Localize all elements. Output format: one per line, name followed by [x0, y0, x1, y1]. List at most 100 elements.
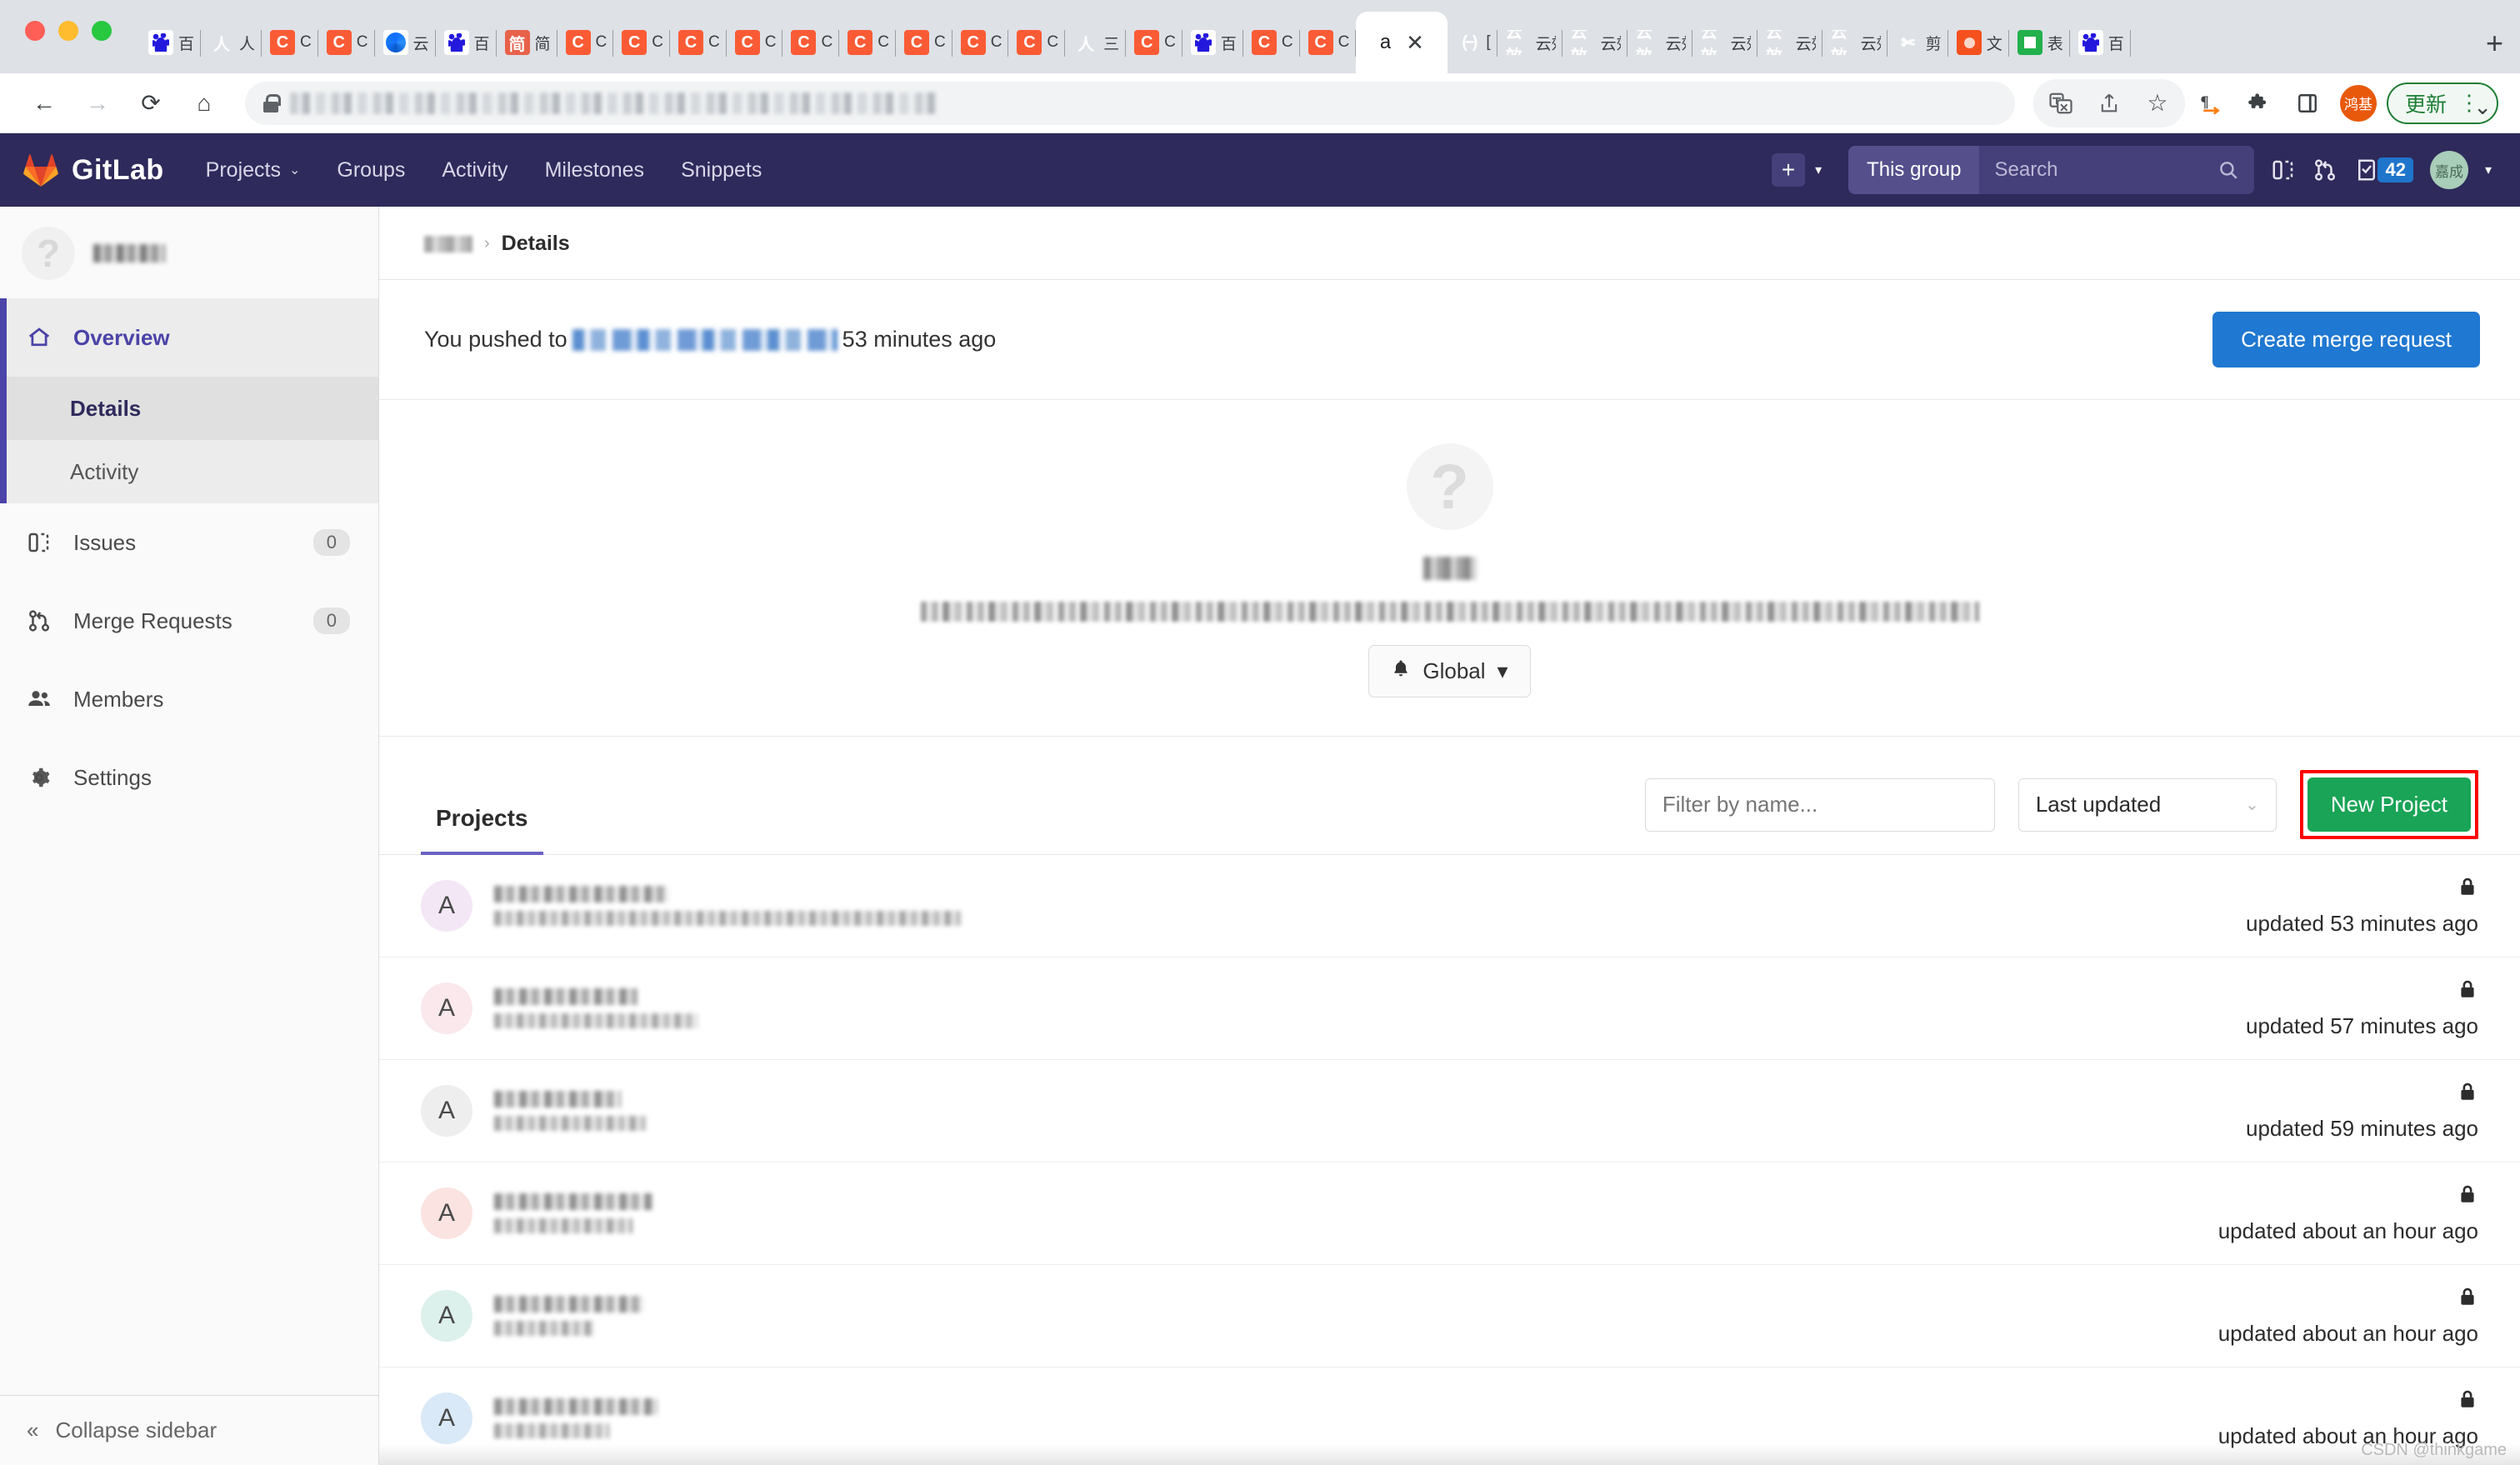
- tab-projects[interactable]: Projects: [421, 805, 543, 855]
- create-new-dropdown[interactable]: + ▾: [1772, 153, 1822, 187]
- browser-tab[interactable]: 简简: [497, 12, 558, 73]
- browser-tab[interactable]: CC: [727, 12, 783, 73]
- search-scope-label[interactable]: This group: [1848, 146, 1980, 194]
- browser-tab[interactable]: 人三: [1065, 12, 1127, 73]
- close-window-button[interactable]: [25, 21, 45, 41]
- browser-tab[interactable]: 百: [140, 12, 202, 73]
- maximize-window-button[interactable]: [92, 21, 112, 41]
- sort-select[interactable]: Last updated ⌄: [2018, 778, 2277, 832]
- browser-tab[interactable]: 文: [1948, 12, 2009, 73]
- browser-tab[interactable]: CC: [1008, 12, 1066, 73]
- nav-link-milestones[interactable]: Milestones: [545, 158, 645, 182]
- search-placeholder: Search: [1994, 158, 2058, 181]
- back-button[interactable]: ←: [22, 81, 67, 126]
- browser-tab[interactable]: CC: [670, 12, 727, 73]
- browser-tab[interactable]: CC: [896, 12, 952, 73]
- sidebar-item-settings[interactable]: Settings: [0, 738, 378, 817]
- browser-tab[interactable]: 云效云效: [1562, 12, 1628, 73]
- project-list-item[interactable]: Aupdated 57 minutes ago: [379, 958, 2520, 1060]
- create-merge-request-button[interactable]: Create merge request: [2212, 312, 2480, 368]
- browser-tab[interactable]: 云效云效: [1822, 12, 1888, 73]
- project-list-item[interactable]: Aupdated 53 minutes ago: [379, 855, 2520, 958]
- browser-tab[interactable]: CC: [262, 12, 318, 73]
- browser-tab[interactable]: 人人: [201, 12, 262, 73]
- project-meta: updated about an hour ago: [2218, 1388, 2478, 1449]
- project-name[interactable]: [494, 1091, 621, 1108]
- filter-by-name-input[interactable]: [1644, 778, 1995, 832]
- push-event-text: You pushed to 53 minutes ago: [424, 327, 996, 352]
- push-event-branch[interactable]: [572, 328, 838, 351]
- sidebar-item-overview[interactable]: Overview: [0, 298, 378, 377]
- gitlab-logo-link[interactable]: GitLab: [23, 153, 164, 187]
- share-icon[interactable]: [2087, 81, 2132, 126]
- bookmark-star-icon[interactable]: ☆: [2135, 81, 2180, 126]
- project-list-item[interactable]: Aupdated about an hour ago: [379, 1162, 2520, 1265]
- reload-button[interactable]: ⟳: [128, 81, 173, 126]
- home-button[interactable]: ⌂: [182, 81, 227, 126]
- browser-tab[interactable]: 云效云效: [1758, 12, 1822, 73]
- browser-tab[interactable]: ✄ 剪: [1888, 12, 1948, 73]
- browser-tab[interactable]: CC: [558, 12, 614, 73]
- project-name[interactable]: [494, 886, 669, 902]
- minimize-window-button[interactable]: [58, 21, 78, 41]
- project-name[interactable]: [494, 1296, 644, 1312]
- sidebar-item-merge-requests[interactable]: Merge Requests 0: [0, 582, 378, 660]
- browser-tab[interactable]: 云效云效: [1498, 12, 1562, 73]
- browser-tab[interactable]: CC: [1126, 12, 1182, 73]
- search-input[interactable]: Search: [1979, 158, 2254, 182]
- window-controls[interactable]: [25, 0, 140, 73]
- project-name[interactable]: [494, 1193, 652, 1210]
- user-menu-chevron-down-icon[interactable]: ▾: [2485, 162, 2492, 178]
- browser-tab[interactable]: 云效云效: [1692, 12, 1758, 73]
- browser-tab[interactable]: CC: [1243, 12, 1300, 73]
- translate-icon[interactable]: [2038, 81, 2083, 126]
- browser-tab[interactable]: (−) [: [1448, 12, 1498, 73]
- browser-tab[interactable]: CC: [782, 12, 840, 73]
- extensions-puzzle-icon[interactable]: [2237, 81, 2282, 126]
- sidebar-item-issues[interactable]: Issues 0: [0, 503, 378, 582]
- nav-link-projects[interactable]: Projects ⌄: [206, 158, 301, 182]
- browser-tab[interactable]: 百: [2070, 12, 2131, 73]
- breadcrumb-group[interactable]: [424, 235, 472, 252]
- project-name[interactable]: [494, 988, 638, 1005]
- search-bar[interactable]: This group Search: [1848, 146, 2255, 194]
- profile-avatar[interactable]: 鸿基: [2339, 84, 2377, 122]
- new-tab-button[interactable]: +: [2469, 28, 2520, 73]
- browser-tab[interactable]: CC: [952, 12, 1009, 73]
- project-name[interactable]: [494, 1398, 658, 1415]
- browser-tab-active[interactable]: a ✕: [1356, 12, 1448, 73]
- new-project-button[interactable]: New Project: [2307, 778, 2471, 832]
- notification-setting-dropdown[interactable]: Global ▾: [1368, 645, 1531, 698]
- sidebar-item-activity[interactable]: Activity: [0, 440, 378, 503]
- nav-link-groups[interactable]: Groups: [337, 158, 405, 182]
- browser-tab[interactable]: CC: [613, 12, 671, 73]
- tabs-container[interactable]: 百人人 C C C C 云百简简 C C C C C C C C C C C C C C C C C C 人三 C C 百 C C C Ca ✕…: [140, 0, 2469, 73]
- browser-tab[interactable]: CC: [839, 12, 896, 73]
- forward-button[interactable]: →: [75, 81, 120, 126]
- reader-mode-icon[interactable]: ¶: [2188, 81, 2233, 126]
- browser-tab[interactable]: 百: [1182, 12, 1243, 73]
- browser-tab[interactable]: 云效云效: [1628, 12, 1692, 73]
- sidebar-group-header[interactable]: ?: [0, 207, 378, 298]
- close-tab-icon[interactable]: ✕: [1406, 32, 1424, 53]
- tab-list-chevron-icon[interactable]: ⌄: [2473, 94, 2492, 120]
- sidebar-item-details[interactable]: Details: [0, 377, 378, 440]
- issues-icon[interactable]: [2271, 158, 2296, 182]
- browser-tab[interactable]: CC: [318, 12, 375, 73]
- browser-tab[interactable]: 云: [375, 12, 436, 73]
- avatar[interactable]: 嘉成: [2429, 151, 2468, 189]
- browser-tab[interactable]: CC: [1300, 12, 1357, 73]
- collapse-sidebar-button[interactable]: « Collapse sidebar: [0, 1395, 378, 1465]
- project-list-item[interactable]: Aupdated 59 minutes ago: [379, 1060, 2520, 1162]
- nav-link-snippets[interactable]: Snippets: [681, 158, 762, 182]
- merge-request-icon[interactable]: [2312, 158, 2338, 182]
- nav-link-activity[interactable]: Activity: [442, 158, 508, 182]
- project-list-item[interactable]: Aupdated about an hour ago: [379, 1368, 2520, 1465]
- side-panel-icon[interactable]: [2285, 81, 2330, 126]
- project-list-item[interactable]: Aupdated about an hour ago: [379, 1265, 2520, 1368]
- browser-tab[interactable]: 表: [2009, 12, 2070, 73]
- todos-button[interactable]: 42: [2354, 158, 2413, 182]
- sidebar-item-members[interactable]: Members: [0, 660, 378, 738]
- browser-tab[interactable]: 百: [436, 12, 497, 73]
- address-bar[interactable]: [245, 81, 2015, 125]
